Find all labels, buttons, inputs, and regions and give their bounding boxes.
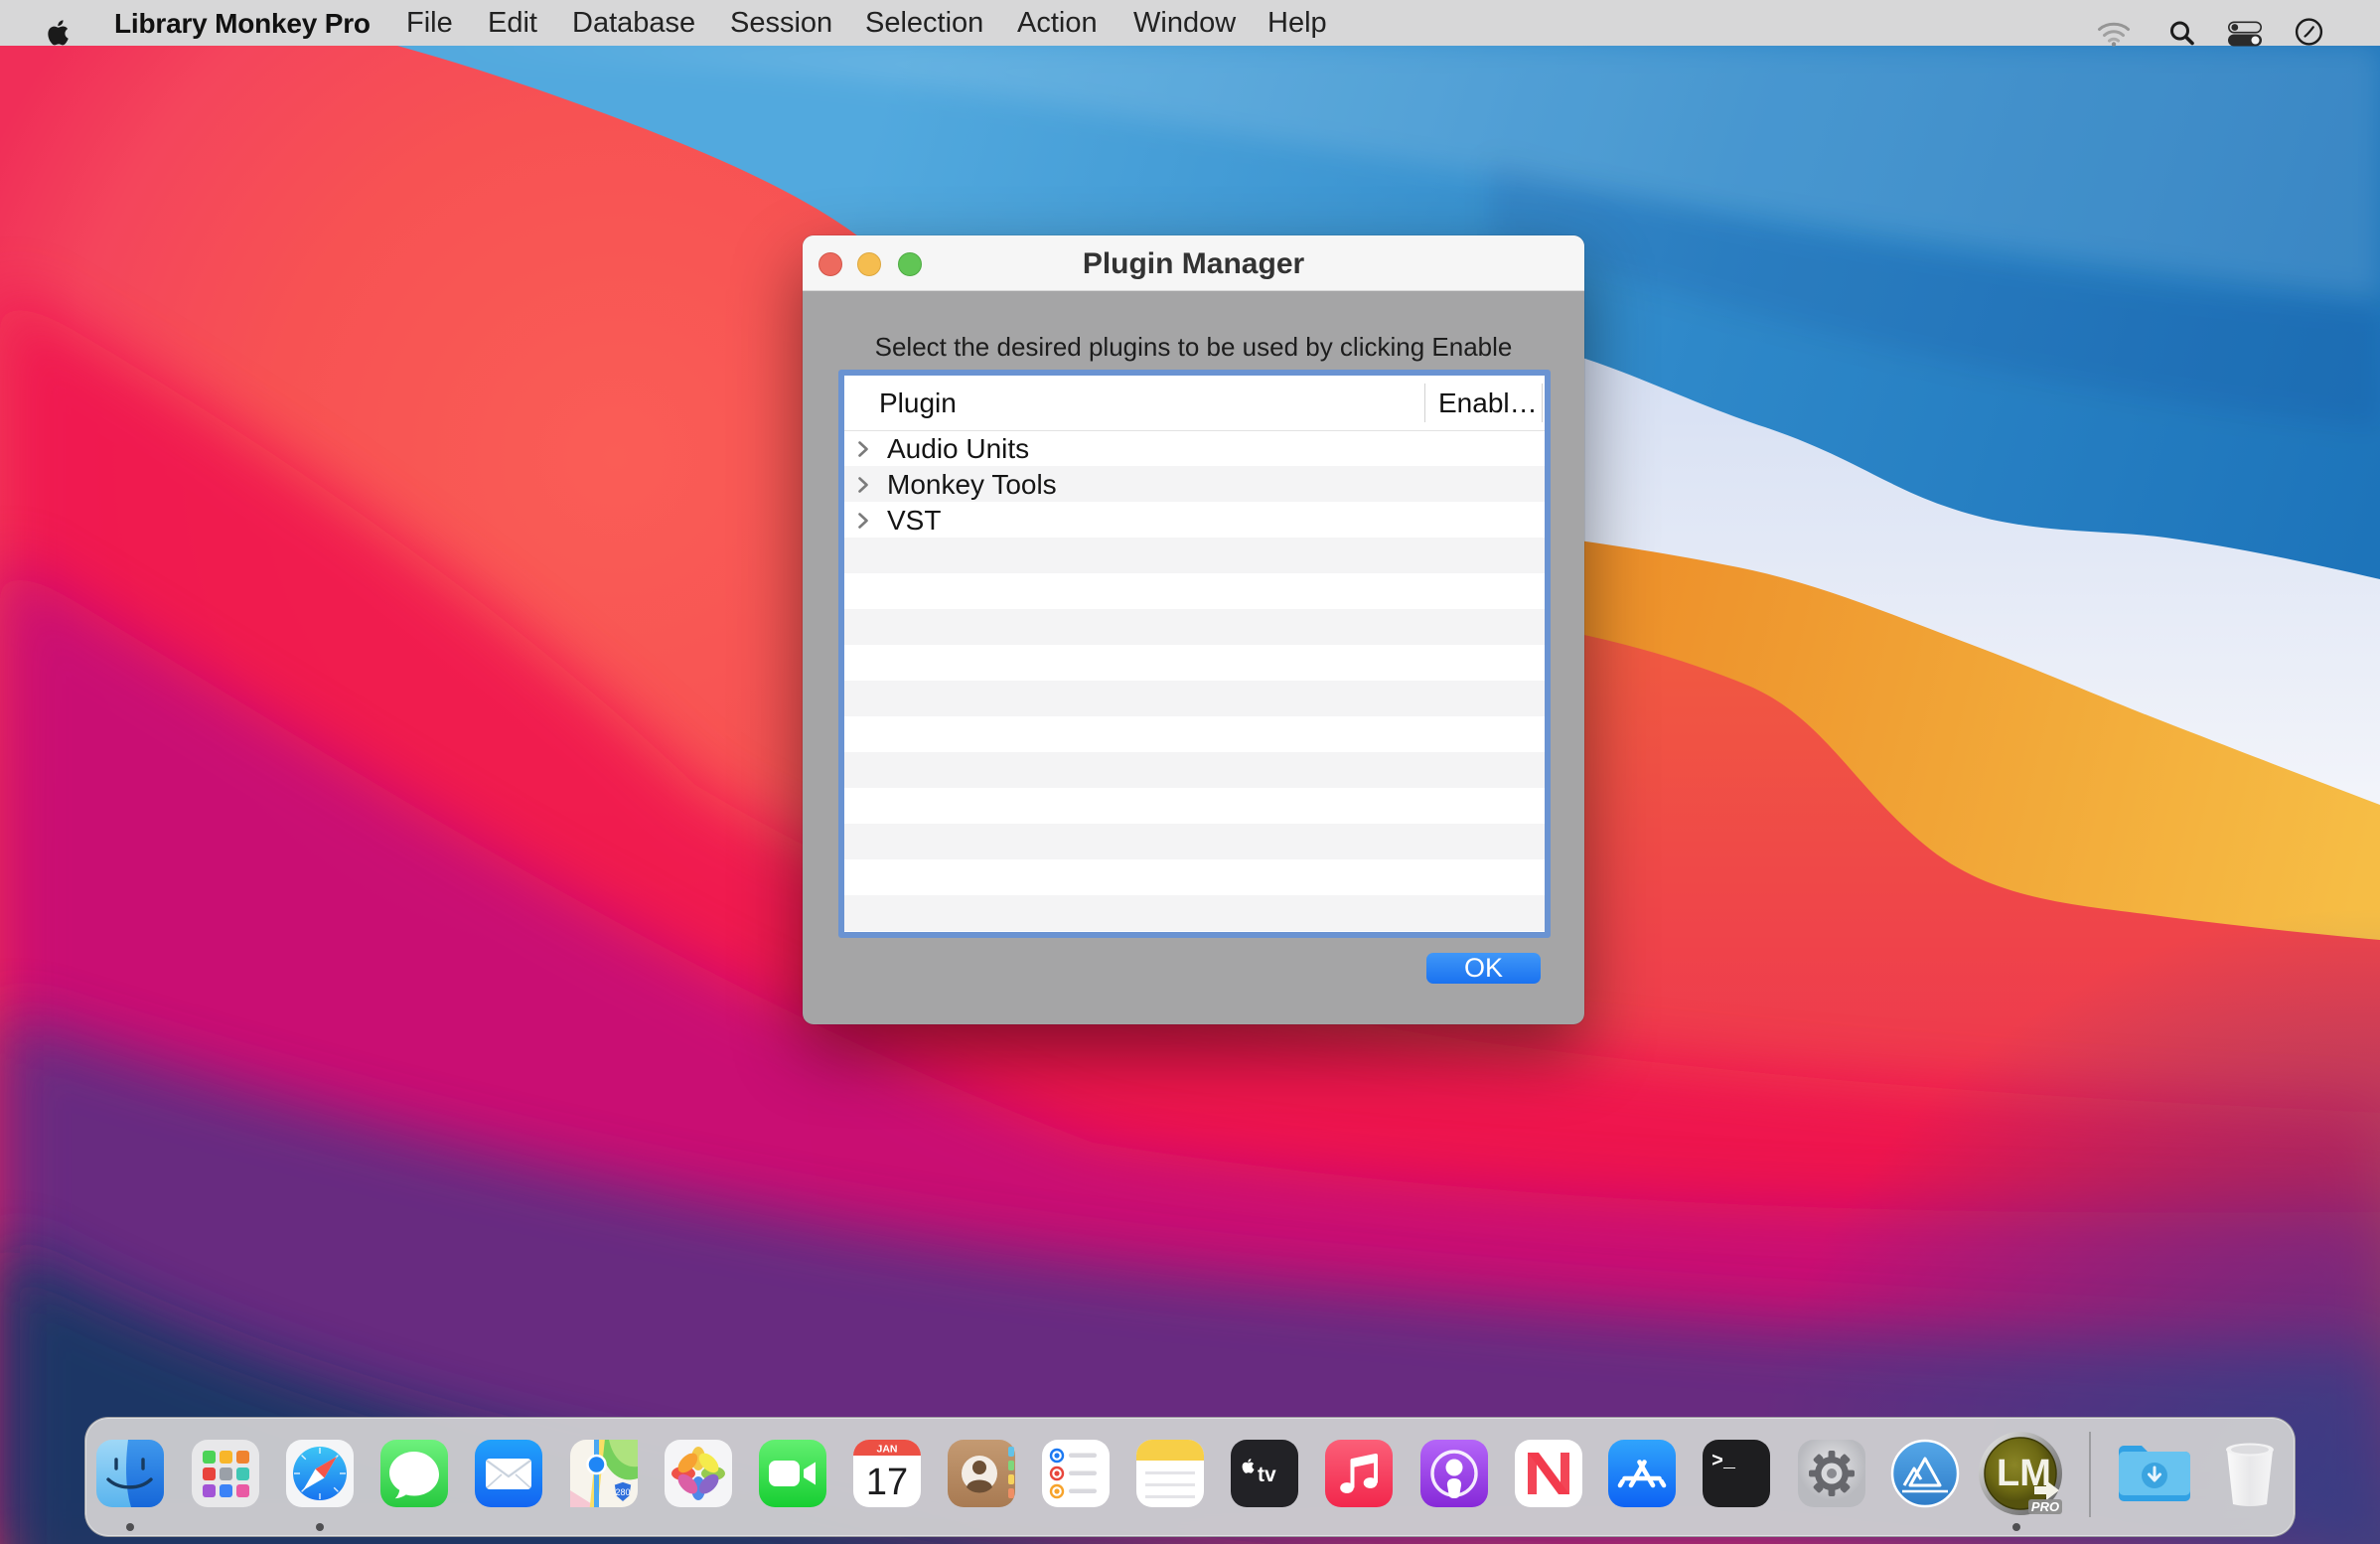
svg-text:17: 17 — [866, 1462, 908, 1503]
svg-text:tv: tv — [1258, 1464, 1276, 1486]
svg-text:PRO: PRO — [2031, 1499, 2059, 1514]
svg-text:JAN: JAN — [876, 1444, 897, 1456]
svg-text:280: 280 — [615, 1487, 630, 1497]
svg-text:>_: >_ — [1711, 1451, 1736, 1473]
